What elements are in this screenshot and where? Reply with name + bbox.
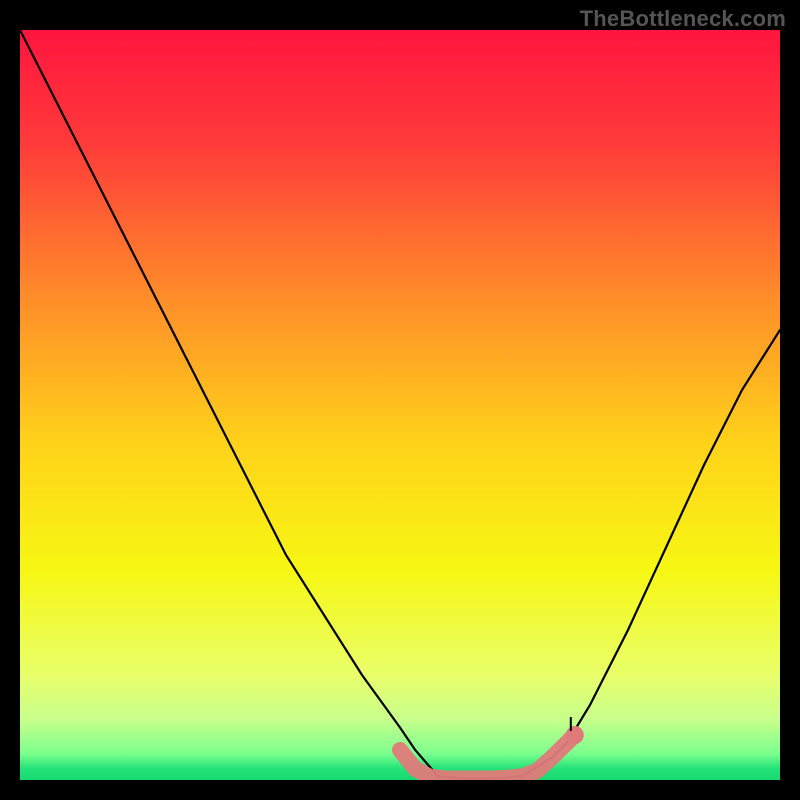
chart-frame: TheBottleneck.com — [0, 0, 800, 800]
chart-canvas — [20, 30, 780, 780]
plot-area — [20, 30, 780, 780]
watermark-text: TheBottleneck.com — [580, 6, 786, 32]
gradient-background — [20, 30, 780, 780]
valley-end-dot — [566, 726, 584, 744]
